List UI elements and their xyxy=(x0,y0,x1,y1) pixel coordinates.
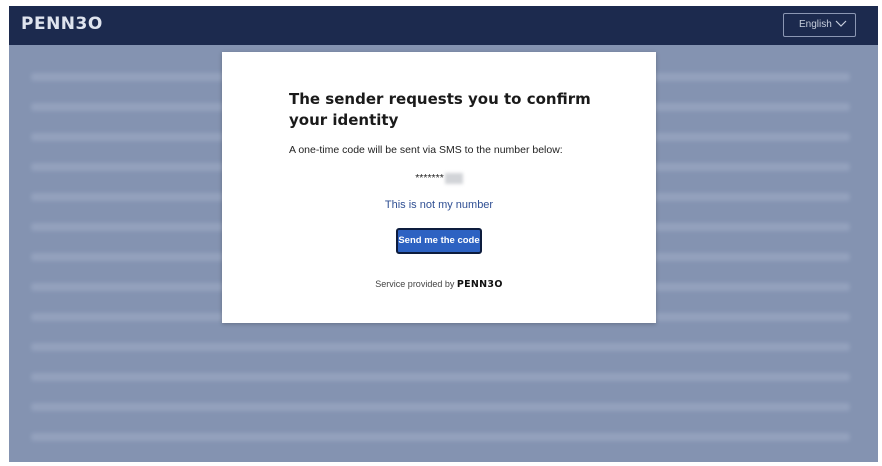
send-code-button[interactable]: Send me the code xyxy=(396,228,482,254)
identity-confirmation-dialog: The sender requests you to confirm your … xyxy=(222,52,656,323)
language-selector[interactable]: English xyxy=(783,13,856,37)
masked-digits: ******* xyxy=(415,172,444,184)
dialog-description: A one-time code will be sent via SMS to … xyxy=(289,144,563,156)
chevron-down-icon xyxy=(835,20,847,27)
app-window: PENN3O English The sender requests you t… xyxy=(9,6,878,462)
background-row xyxy=(31,433,850,441)
service-footer: Service provided by PENN3O xyxy=(222,279,656,290)
top-bar: PENN3O English xyxy=(9,6,878,45)
masked-phone-number: ******* xyxy=(222,172,656,184)
penneo-logo: PENN3O xyxy=(21,14,103,34)
language-label: English xyxy=(799,19,832,30)
footer-brand-logo: PENN3O xyxy=(456,279,503,290)
dialog-title: The sender requests you to confirm your … xyxy=(289,90,591,129)
background-row xyxy=(31,403,850,411)
footer-text: Service provided by xyxy=(375,279,455,289)
redacted-digits xyxy=(444,172,463,184)
background-row xyxy=(31,343,850,351)
background-row xyxy=(31,373,850,381)
not-my-number-link[interactable]: This is not my number xyxy=(222,199,656,211)
